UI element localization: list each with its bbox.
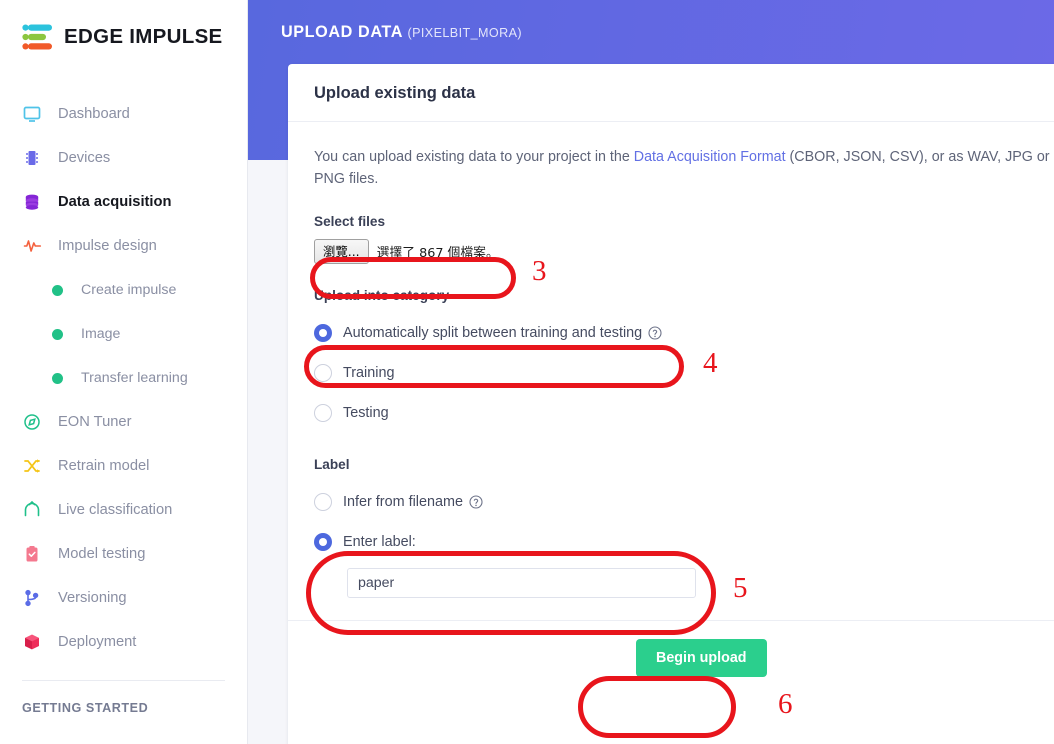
sidebar-item-transfer-learning[interactable]: Transfer learning	[0, 356, 247, 400]
upload-card: Upload existing data You can upload exis…	[288, 64, 1054, 744]
compass-icon	[22, 412, 42, 432]
sidebar-section-heading: GETTING STARTED	[22, 701, 149, 715]
arch-icon	[22, 500, 42, 520]
card-footer: Begin upload	[288, 620, 1054, 695]
radio-label: Automatically split between training and…	[343, 325, 662, 341]
shuffle-icon	[22, 456, 42, 476]
sidebar-item-deployment[interactable]: Deployment	[0, 620, 247, 664]
selected-files-status: 選擇了 867 個檔案。	[376, 246, 499, 261]
sidebar-item-label: Dashboard	[58, 106, 130, 122]
brand-name: EDGE IMPULSE	[64, 25, 223, 48]
upload-category-label: Upload into category	[314, 288, 450, 303]
select-files-label: Select files	[314, 214, 386, 229]
box-icon	[22, 632, 42, 652]
sidebar-item-label: Deployment	[58, 634, 137, 650]
sidebar-item-label: Image	[81, 326, 121, 342]
sidebar-item-label: Create impulse	[81, 282, 177, 298]
sidebar-item-label: Devices	[58, 150, 111, 166]
radio-indicator[interactable]	[314, 364, 332, 382]
intro-paragraph: You can upload existing data to your pro…	[314, 146, 1054, 190]
sidebar-item-label: Data acquisition	[58, 194, 172, 210]
sidebar-nav: Dashboard Devices Data acquisition Impul…	[0, 92, 247, 664]
data-acquisition-format-link[interactable]: Data Acquisition Format	[634, 149, 786, 165]
sidebar-item-label: Live classification	[58, 502, 173, 518]
radio-indicator[interactable]	[314, 493, 332, 511]
sidebar-item-model-testing[interactable]: Model testing	[0, 532, 247, 576]
radio-indicator[interactable]	[314, 324, 332, 342]
radio-label: Infer from filename	[343, 494, 483, 510]
main-content: UPLOAD DATA (PIXELBIT_MORA) Upload exist…	[248, 0, 1054, 744]
sidebar-item-label: Model testing	[58, 546, 146, 562]
sidebar-item-image[interactable]: Image	[0, 312, 247, 356]
browse-button[interactable]: 瀏覽...	[314, 239, 369, 264]
select-files-input[interactable]: 瀏覽... 選擇了 867 個檔案。	[314, 239, 499, 264]
sidebar-item-eon-tuner[interactable]: EON Tuner	[0, 400, 247, 444]
intro-before-link: You can upload existing data to your pro…	[314, 149, 634, 165]
card-body: You can upload existing data to your pro…	[288, 122, 1054, 598]
card-title: Upload existing data	[314, 84, 476, 102]
infer-from-filename-radio[interactable]: Infer from filename	[314, 482, 1054, 522]
card-header: Upload existing data	[288, 64, 1054, 122]
sidebar-item-versioning[interactable]: Versioning	[0, 576, 247, 620]
sidebar-item-live-classification[interactable]: Live classification	[0, 488, 247, 532]
select-files-row: 瀏覽... 選擇了 867 個檔案。	[314, 239, 1054, 264]
monitor-icon	[22, 104, 42, 124]
sidebar-item-label: Transfer learning	[81, 370, 188, 386]
enter-label-group: Enter label:	[314, 522, 1054, 598]
app-window: EDGE IMPULSE Dashboard Devices Data acqu…	[0, 0, 1054, 744]
radio-label: Enter label:	[343, 534, 416, 550]
green-dot-icon	[52, 372, 63, 384]
testing-radio[interactable]: Testing	[314, 393, 1054, 433]
sidebar-item-label: EON Tuner	[58, 414, 132, 430]
sidebar-item-impulse-design[interactable]: Impulse design	[0, 224, 247, 268]
pulse-icon	[22, 236, 42, 256]
sidebar-item-dashboard[interactable]: Dashboard	[0, 92, 247, 136]
radio-label-text: Automatically split between training and…	[343, 325, 643, 341]
auto-split-radio[interactable]: Automatically split between training and…	[314, 313, 1054, 353]
radio-label: Testing	[343, 405, 389, 421]
clipboard-check-icon	[22, 544, 42, 564]
database-icon	[22, 192, 42, 212]
sidebar: EDGE IMPULSE Dashboard Devices Data acqu…	[0, 0, 248, 744]
edge-impulse-logo-icon	[20, 22, 54, 52]
enter-label-radio[interactable]: Enter label:	[314, 522, 1054, 562]
help-circle-icon[interactable]	[648, 326, 662, 340]
sidebar-item-retrain-model[interactable]: Retrain model	[0, 444, 247, 488]
green-dot-icon	[52, 328, 63, 340]
chip-icon	[22, 148, 42, 168]
radio-label-text: Infer from filename	[343, 494, 463, 510]
label-section-label: Label	[314, 457, 350, 472]
sidebar-item-label: Impulse design	[58, 238, 157, 254]
sidebar-item-label: Retrain model	[58, 458, 150, 474]
help-circle-icon[interactable]	[469, 495, 483, 509]
begin-upload-button[interactable]: Begin upload	[636, 639, 767, 677]
radio-indicator[interactable]	[314, 533, 332, 551]
radio-label: Training	[343, 365, 395, 381]
radio-indicator[interactable]	[314, 404, 332, 422]
page-title: UPLOAD DATA (PIXELBIT_MORA)	[281, 23, 522, 42]
sidebar-item-devices[interactable]: Devices	[0, 136, 247, 180]
sidebar-item-create-impulse[interactable]: Create impulse	[0, 268, 247, 312]
project-name: (PIXELBIT_MORA)	[407, 26, 522, 40]
green-dot-icon	[52, 284, 63, 296]
brand-logo[interactable]: EDGE IMPULSE	[0, 0, 247, 52]
training-radio[interactable]: Training	[314, 353, 1054, 393]
branch-icon	[22, 588, 42, 608]
sidebar-item-data-acquisition[interactable]: Data acquisition	[0, 180, 247, 224]
label-text-input[interactable]	[347, 568, 696, 598]
page-title-text: UPLOAD DATA	[281, 23, 403, 41]
sidebar-item-label: Versioning	[58, 590, 127, 606]
